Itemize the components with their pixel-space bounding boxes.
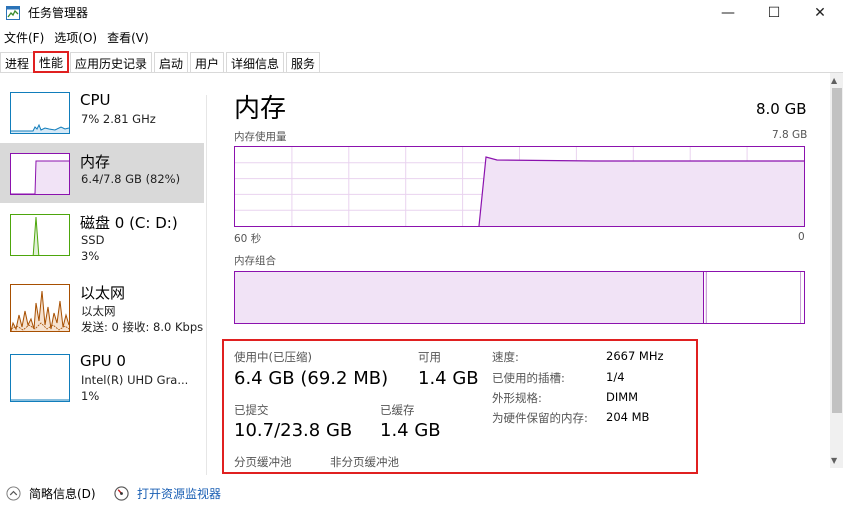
task-manager-icon: [6, 6, 20, 20]
sidebar-item-title: GPU 0: [80, 352, 126, 370]
modified-segment: [705, 272, 707, 323]
usage-graph-caption: 内存使用量: [234, 131, 287, 143]
scrollbar-thumb[interactable]: [832, 88, 842, 413]
chevron-up-circle-icon: [6, 486, 21, 501]
window-title: 任务管理器: [28, 6, 89, 20]
tab-processes[interactable]: 进程: [0, 52, 35, 72]
menu-view[interactable]: 查看(V): [103, 27, 155, 47]
disk-thumbnail-icon: [10, 214, 70, 256]
memory-thumbnail-icon: [10, 153, 70, 195]
tab-startup[interactable]: 启动: [154, 52, 189, 72]
sidebar-item-cpu[interactable]: CPU 7% 2.81 GHz: [0, 88, 204, 150]
standby-segment: [800, 272, 801, 323]
cpu-thumbnail-icon: [10, 92, 70, 134]
tab-bar: 进程 性能 应用历史记录 启动 用户 详细信息 服务: [0, 50, 843, 73]
sidebar-item-disk[interactable]: 磁盘 0 (C: D:) SSD 3%: [0, 210, 204, 272]
menu-file[interactable]: 文件(F): [0, 27, 50, 47]
open-resource-monitor-link[interactable]: 打开资源监视器: [114, 485, 221, 502]
scroll-up-arrow-icon[interactable]: ▲: [831, 76, 837, 85]
in-use-segment: [235, 272, 704, 323]
minimize-button[interactable]: —: [705, 0, 751, 26]
memory-usage-graph: [234, 146, 805, 227]
sidebar-item-subtitle: 6.4/7.8 GB (82%): [81, 172, 181, 186]
fewer-details-label: 简略信息(D): [29, 487, 96, 501]
ethernet-thumbnail-icon: [10, 284, 70, 332]
tab-performance[interactable]: 性能: [33, 51, 70, 73]
resource-monitor-icon: [114, 486, 129, 501]
title-bar: 任务管理器 — ☐ ✕: [0, 0, 843, 26]
sidebar-item-detail: 发送: 0 接收: 8.0 Kbps: [81, 320, 204, 334]
sidebar-item-subtitle: 7% 2.81 GHz: [81, 112, 156, 126]
scroll-down-arrow-icon[interactable]: ▼: [831, 456, 837, 465]
total-memory: 8.0 GB: [756, 100, 807, 118]
sidebar-item-detail: 1%: [81, 389, 100, 403]
tab-users[interactable]: 用户: [190, 52, 225, 72]
sidebar-item-title: 磁盘 0 (C: D:): [80, 214, 178, 232]
sidebar-item-title: 以太网: [80, 284, 126, 302]
usage-graph-max: 7.8 GB: [772, 129, 808, 141]
sidebar-item-subtitle: 以太网: [81, 304, 116, 318]
sidebar-divider: [206, 95, 207, 475]
close-button[interactable]: ✕: [797, 0, 843, 26]
gpu-thumbnail-icon: [10, 354, 70, 402]
tab-services[interactable]: 服务: [286, 52, 321, 72]
resource-monitor-label: 打开资源监视器: [137, 487, 222, 501]
fewer-details-button[interactable]: 简略信息(D): [6, 485, 96, 502]
sidebar-item-subtitle: SSD: [81, 233, 105, 247]
time-axis-left: 60 秒: [234, 233, 262, 245]
menu-bar: 文件(F) 选项(O) 查看(V): [0, 27, 155, 47]
sidebar-item-memory[interactable]: 内存 6.4/7.8 GB (82%): [0, 143, 204, 203]
composition-caption: 内存组合: [234, 255, 276, 267]
sidebar-item-title: 内存: [80, 153, 111, 171]
tab-app-history[interactable]: 应用历史记录: [70, 52, 153, 72]
maximize-button[interactable]: ☐: [751, 0, 797, 26]
sidebar-item-title: CPU: [80, 91, 111, 109]
tab-details[interactable]: 详细信息: [226, 52, 285, 72]
sidebar-item-subtitle: Intel(R) UHD Gra...: [81, 373, 189, 387]
footer-bar: 简略信息(D) 打开资源监视器: [0, 478, 843, 511]
menu-options[interactable]: 选项(O): [50, 27, 103, 47]
stats-highlight-frame: [222, 339, 698, 474]
sidebar-item-detail: 3%: [81, 249, 100, 263]
page-title: 内存: [234, 94, 287, 124]
sidebar-item-gpu[interactable]: GPU 0 Intel(R) UHD Gra... 1%: [0, 350, 204, 412]
time-axis-right: 0: [798, 231, 805, 243]
sidebar-item-ethernet[interactable]: 以太网 以太网 发送: 0 接收: 8.0 Kbps: [0, 280, 204, 336]
memory-composition-bar: [234, 271, 805, 324]
